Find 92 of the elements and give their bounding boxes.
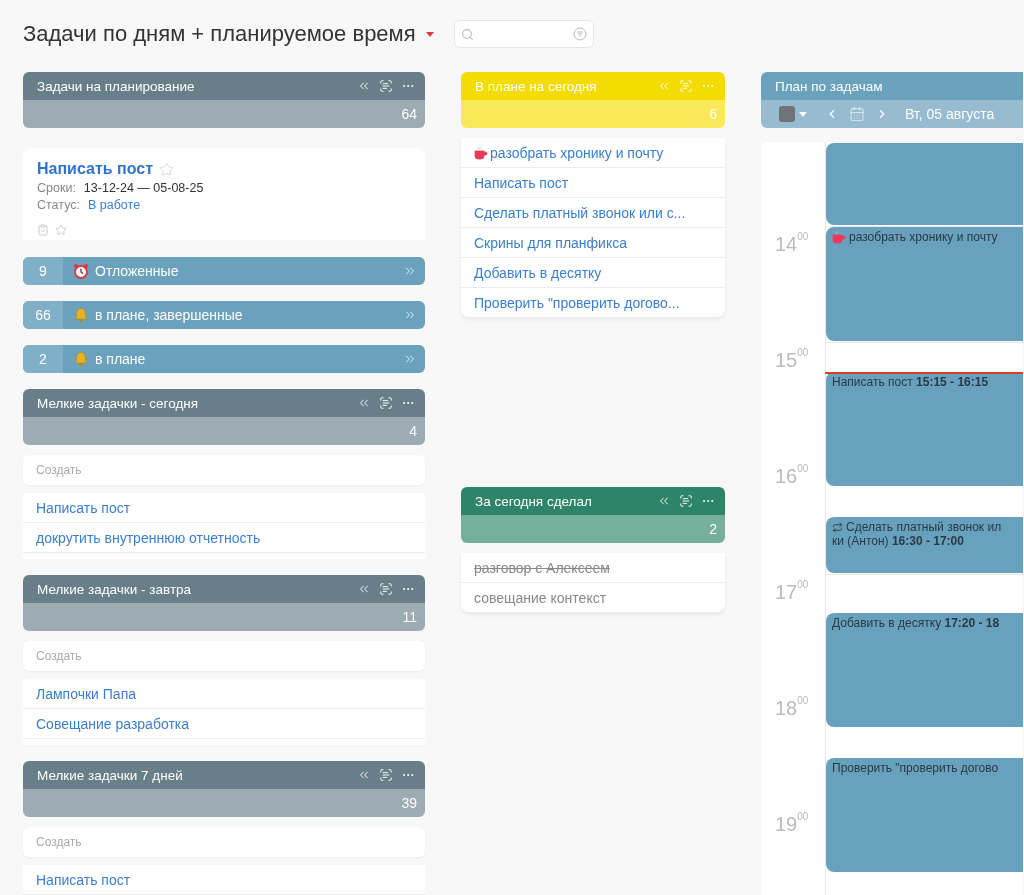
create-field[interactable]: Создать bbox=[23, 641, 425, 671]
calendar-event[interactable]: Проверить "проверить догово bbox=[826, 758, 1023, 873]
task-link[interactable]: разобрать хронику и почту bbox=[461, 138, 725, 168]
panel-title: Задачи на планирование bbox=[37, 78, 196, 94]
task-link[interactable]: Сделать платный звонок или с... bbox=[461, 198, 725, 228]
hour-label: 17$^{00}$ bbox=[775, 581, 809, 604]
star-icon[interactable] bbox=[159, 161, 175, 177]
dates-label: Сроки: bbox=[37, 181, 76, 195]
task-link[interactable]: Лампочки Папа bbox=[23, 679, 425, 709]
group-label: Отложенные bbox=[95, 263, 180, 279]
task-link[interactable]: Добавить в десятку bbox=[461, 258, 725, 288]
group-count: 9 bbox=[23, 257, 63, 285]
event-text: Сделать платный звонок ил bbox=[832, 520, 1017, 534]
scan-icon[interactable] bbox=[379, 768, 393, 782]
task-link[interactable]: Написать пост bbox=[23, 865, 425, 895]
task-count: 6 bbox=[709, 106, 717, 122]
collapse-icon[interactable] bbox=[657, 79, 671, 93]
task-count: 11 bbox=[402, 609, 417, 625]
task-count: 4 bbox=[409, 423, 417, 439]
collapse-icon[interactable] bbox=[357, 768, 371, 782]
group-count: 66 bbox=[23, 301, 63, 329]
filter-icon[interactable] bbox=[572, 27, 587, 41]
bell-icon bbox=[73, 307, 89, 323]
panel-title: За сегодня сделал bbox=[475, 493, 593, 509]
panel-title: В плане на сегодня bbox=[475, 78, 598, 94]
expand-icon[interactable] bbox=[403, 352, 417, 366]
calendar-title: План по задачам bbox=[775, 78, 884, 94]
caret-icon[interactable] bbox=[799, 111, 807, 117]
group-row[interactable]: 2 в плане bbox=[23, 345, 425, 373]
create-field[interactable]: Создать bbox=[23, 455, 425, 485]
calendar-date: Вт, 05 августа bbox=[905, 106, 995, 122]
event-text: ки (Антон) 16:30 - 17:00 bbox=[832, 534, 965, 548]
repeat-icon bbox=[832, 521, 843, 533]
collapse-icon[interactable] bbox=[657, 494, 671, 508]
task-count: 39 bbox=[401, 795, 417, 811]
hour-label: 14$^{00}$ bbox=[775, 233, 809, 256]
task-link[interactable]: разговор с Алексеем bbox=[461, 553, 725, 583]
task-count: 2 bbox=[709, 521, 717, 537]
collapse-icon[interactable] bbox=[357, 396, 371, 410]
task-link[interactable]: Проверить "проверить догово... bbox=[461, 288, 725, 318]
event-text: разобрать хронику и почту bbox=[832, 230, 1017, 244]
panel-title: Мелкие задачки - сегодня bbox=[37, 395, 200, 411]
hour-label: 19$^{00}$ bbox=[775, 813, 809, 836]
task-count: 64 bbox=[401, 106, 417, 122]
task-link[interactable]: Скрины для планфикса bbox=[461, 228, 725, 258]
clipboard-icon[interactable] bbox=[37, 224, 49, 236]
scan-icon[interactable] bbox=[379, 582, 393, 596]
calendar-icon[interactable] bbox=[849, 106, 865, 122]
caret-icon[interactable] bbox=[425, 31, 434, 37]
expand-icon[interactable] bbox=[403, 308, 417, 322]
task-title[interactable]: Написать пост bbox=[37, 160, 154, 178]
task-link[interactable]: докрутить внутреннюю отчетность bbox=[23, 523, 425, 553]
event-text: Проверить "проверить догово bbox=[832, 761, 1000, 776]
task-link[interactable]: совещание контекст bbox=[461, 583, 725, 613]
calendar-event[interactable]: Написать пост 15:15 - 16:15 bbox=[826, 372, 1023, 486]
group-row[interactable]: 66 в плане, завершенные bbox=[23, 301, 425, 329]
bell-icon bbox=[73, 351, 89, 367]
alarm-clock-icon bbox=[73, 263, 89, 279]
calendar-event[interactable]: Сделать платный звонок ил ки (Антон) 16:30 - 17:00 bbox=[826, 517, 1023, 573]
status-value[interactable]: В работе bbox=[88, 198, 141, 212]
calendar-event[interactable]: Добавить в десятку 17:20 - 18 bbox=[826, 613, 1023, 728]
status-label: Статус: bbox=[37, 198, 80, 212]
page-title: Задачи по дням + планируемое время bbox=[23, 21, 416, 47]
panel-title: Мелкие задачки 7 дней bbox=[37, 767, 184, 783]
star-icon[interactable] bbox=[55, 224, 67, 236]
expand-icon[interactable] bbox=[403, 264, 417, 278]
task-link[interactable]: Совещание разработка bbox=[23, 709, 425, 739]
group-count: 2 bbox=[23, 345, 63, 373]
hour-label: 16$^{00}$ bbox=[775, 465, 809, 488]
group-label: в плане, завершенные bbox=[95, 307, 244, 323]
collapse-icon[interactable] bbox=[357, 582, 371, 596]
cup-icon bbox=[832, 230, 846, 244]
group-row[interactable]: 9 Отложенные bbox=[23, 257, 425, 285]
scan-icon[interactable] bbox=[679, 494, 693, 508]
calendar-event[interactable]: разобрать хронику и почту bbox=[826, 227, 1023, 341]
panel-title: Мелкие задачки - завтра bbox=[37, 581, 193, 597]
search-icon bbox=[460, 27, 474, 41]
create-field[interactable]: Создать bbox=[23, 827, 425, 857]
hour-label: 18$^{00}$ bbox=[775, 697, 809, 720]
scan-icon[interactable] bbox=[379, 79, 393, 93]
dates-value: 13-12-24 — 05-08-25 bbox=[83, 181, 204, 195]
event-text: Добавить в десятку 17:20 - 18 bbox=[832, 616, 1001, 631]
cup-icon bbox=[474, 145, 488, 160]
hour-label: 15$^{00}$ bbox=[775, 349, 809, 372]
event-text: Написать пост 15:15 - 16:15 bbox=[832, 375, 990, 389]
scan-icon[interactable] bbox=[379, 396, 393, 410]
group-label: в плане bbox=[95, 351, 147, 367]
collapse-icon[interactable] bbox=[357, 79, 371, 93]
task-link[interactable]: Написать пост bbox=[461, 168, 725, 198]
avatar[interactable] bbox=[779, 106, 795, 122]
search-field[interactable] bbox=[453, 20, 594, 48]
task-link[interactable]: Написать пост bbox=[23, 493, 425, 523]
